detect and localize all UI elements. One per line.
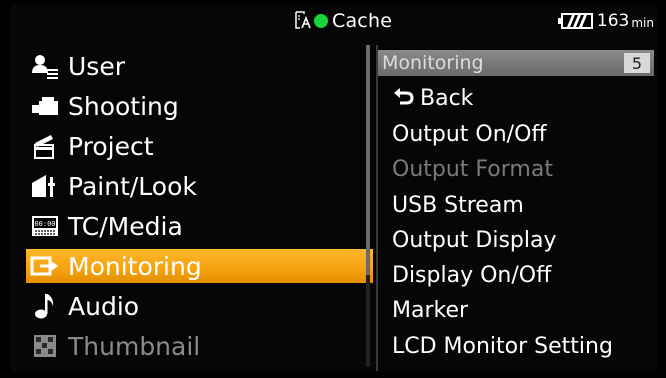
menu-item-monitoring[interactable]: Monitoring: [26, 249, 373, 283]
menu-item-label: Thumbnail: [68, 331, 201, 361]
status-bar: Cache 163 min: [10, 3, 658, 39]
record-dot-icon: [314, 14, 328, 28]
sub-menu-header: Monitoring 5: [378, 50, 654, 76]
menu-item-user[interactable]: User: [26, 49, 370, 83]
sub-menu-title: Monitoring: [382, 52, 484, 74]
sub-item-label: Back: [420, 85, 474, 111]
sub-item-output-on-off[interactable]: Output On/Off: [392, 117, 547, 151]
camera-icon: [28, 92, 62, 120]
menu-item-label: Monitoring: [68, 251, 202, 281]
media-card-icon: [294, 10, 312, 32]
main-menu-scrollbar-thumb[interactable]: [366, 45, 370, 275]
sub-item-back[interactable]: Back: [392, 81, 473, 115]
thumbnail-grid-icon: [28, 332, 62, 360]
menu-item-label: Shooting: [68, 91, 179, 121]
timecode-icon: 00:00: [28, 212, 62, 240]
menu-item-label: User: [68, 51, 125, 81]
sub-item-label: Display On/Off: [392, 262, 552, 288]
menu-item-paint-look[interactable]: Paint/Look: [26, 169, 370, 203]
paint-look-icon: [28, 172, 62, 200]
cache-label: Cache: [332, 10, 393, 32]
menu-item-label: TC/Media: [68, 211, 183, 241]
clapper-icon: [28, 132, 62, 160]
sub-item-label: Output On/Off: [392, 121, 547, 147]
menu-item-shooting[interactable]: Shooting: [26, 89, 370, 123]
sub-item-label: Marker: [392, 297, 469, 323]
monitor-output-icon: [28, 252, 62, 280]
battery-status: 163 min: [557, 9, 654, 33]
menu-item-label: Paint/Look: [68, 171, 197, 201]
cache-status: Cache: [294, 9, 392, 33]
sub-item-output-format[interactable]: Output Format: [392, 152, 553, 186]
menu-item-label: Audio: [68, 291, 140, 321]
menu-item-label: Project: [68, 131, 154, 161]
sub-menu: Monitoring 5 Back Output On/Off Output F…: [376, 45, 658, 371]
sub-item-display-on-off[interactable]: Display On/Off: [392, 258, 551, 292]
sub-item-marker[interactable]: Marker: [392, 293, 468, 327]
back-arrow-icon: [392, 85, 414, 111]
menu-item-audio[interactable]: Audio: [26, 289, 370, 323]
sub-item-label: Output Display: [392, 227, 557, 253]
menu-item-project[interactable]: Project: [26, 129, 370, 163]
sub-item-label: Output Format: [392, 156, 553, 182]
sub-item-label: USB Stream: [392, 192, 524, 218]
battery-icon: [557, 12, 594, 30]
user-list-icon: [28, 52, 62, 80]
sub-item-output-display[interactable]: Output Display: [392, 223, 557, 257]
menu-item-tc-media[interactable]: 00:00 TC/Media: [26, 209, 370, 243]
sub-item-usb-stream[interactable]: USB Stream: [392, 188, 524, 222]
music-note-icon: [28, 292, 62, 320]
sub-item-lcd-monitor-setting[interactable]: LCD Monitor Setting: [392, 329, 613, 363]
svg-text:00:00: 00:00: [34, 220, 55, 228]
main-menu: User Shooting Project Paint/Look 00:00 T…: [20, 43, 374, 369]
battery-remaining: 163: [596, 11, 630, 31]
sub-item-label: LCD Monitor Setting: [392, 333, 613, 359]
battery-unit: min: [631, 15, 654, 30]
menu-item-thumbnail[interactable]: Thumbnail: [26, 329, 370, 363]
page-number-badge: 5: [624, 53, 650, 73]
camera-menu-screen: Cache 163 min User Shooting Project Pain…: [10, 3, 658, 373]
